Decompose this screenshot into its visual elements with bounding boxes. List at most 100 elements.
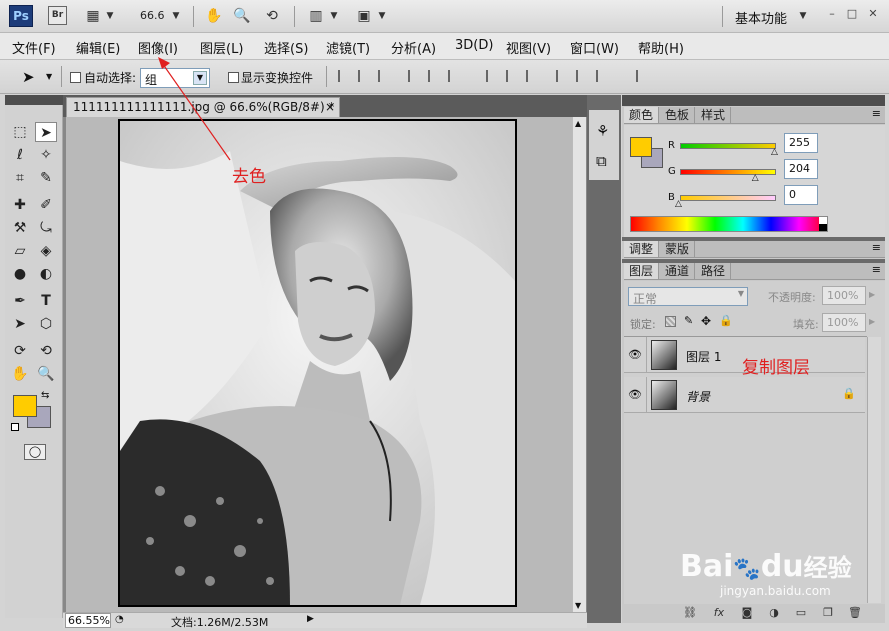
close-icon[interactable]: ✕ bbox=[866, 7, 880, 21]
rotate-view-icon[interactable]: ⟲ bbox=[262, 7, 282, 25]
zoom-tool-icon[interactable]: 🔍 bbox=[35, 364, 57, 384]
align-vcenter-icon[interactable] bbox=[358, 70, 372, 82]
bridge-launch-button[interactable]: Br bbox=[48, 6, 67, 25]
menu-filter[interactable]: 滤镜(T) bbox=[326, 38, 370, 57]
fill-input[interactable]: 100% bbox=[822, 313, 866, 332]
clone-source-icon[interactable]: ⧉ bbox=[596, 152, 607, 170]
menu-3d[interactable]: 3D(D) bbox=[455, 38, 493, 53]
green-slider-thumb[interactable]: △ bbox=[752, 173, 759, 183]
green-value-input[interactable]: 204 bbox=[784, 159, 818, 179]
adjustment-layer-icon[interactable]: ◑ bbox=[767, 606, 781, 620]
foreground-color-swatch[interactable] bbox=[13, 395, 37, 417]
align-bottom-icon[interactable] bbox=[378, 70, 392, 82]
align-top-icon[interactable] bbox=[338, 70, 352, 82]
zoom-status-field[interactable]: 66.55% bbox=[65, 613, 111, 628]
zoom-level-dropdown[interactable]: 66.6 bbox=[140, 9, 165, 22]
chevron-down-icon[interactable]: ▼ bbox=[376, 7, 388, 25]
tab-layers[interactable]: 图层 bbox=[624, 263, 660, 279]
color-spectrum-ramp[interactable] bbox=[630, 216, 828, 232]
magic-wand-tool-icon[interactable]: ✧ bbox=[35, 145, 57, 165]
swap-colors-icon[interactable]: ⇆ bbox=[41, 390, 49, 401]
show-transform-checkbox[interactable] bbox=[228, 72, 239, 83]
red-slider-thumb[interactable]: △ bbox=[771, 147, 778, 157]
shape-tool-icon[interactable]: ⬡ bbox=[35, 314, 57, 334]
auto-align-layers-icon[interactable] bbox=[636, 70, 650, 82]
menu-layer[interactable]: 图层(L) bbox=[200, 38, 243, 57]
black-swatch[interactable] bbox=[819, 224, 827, 231]
marquee-tool-icon[interactable]: ⬚ bbox=[9, 122, 31, 142]
chevron-down-icon[interactable]: ▼ bbox=[46, 72, 52, 81]
default-colors-icon[interactable] bbox=[11, 423, 19, 431]
scroll-up-icon[interactable]: ▲ bbox=[575, 119, 581, 128]
arrange-docs-icon[interactable]: ▥ bbox=[306, 7, 326, 25]
auto-select-dropdown[interactable]: 组 ▼ bbox=[140, 68, 210, 88]
blend-mode-dropdown[interactable]: 正常 ▼ bbox=[628, 287, 748, 306]
close-tab-icon[interactable]: × bbox=[325, 98, 335, 116]
panel-menu-icon[interactable]: ≡ bbox=[872, 263, 881, 276]
lock-pixels-icon[interactable]: ✎ bbox=[684, 314, 693, 327]
lock-position-icon[interactable]: ✥ bbox=[701, 314, 711, 328]
chevron-down-icon[interactable]: ▶ bbox=[869, 317, 875, 326]
layers-scrollbar[interactable] bbox=[867, 337, 881, 603]
panel-dock-header[interactable] bbox=[622, 95, 885, 106]
visibility-eye-icon[interactable]: 👁 bbox=[627, 347, 643, 363]
status-menu-arrow-icon[interactable]: ▶ bbox=[307, 614, 314, 624]
workspace-switcher[interactable]: 基本功能 bbox=[735, 8, 787, 27]
distribute-right-icon[interactable] bbox=[596, 70, 610, 82]
layer-name[interactable]: 背景 bbox=[686, 388, 710, 405]
3d-orbit-tool-icon[interactable]: ⟲ bbox=[35, 341, 57, 361]
scroll-down-icon[interactable]: ▼ bbox=[575, 601, 581, 610]
tab-paths[interactable]: 路径 bbox=[696, 263, 732, 279]
tab-color[interactable]: 颜色 bbox=[624, 107, 660, 123]
dodge-tool-icon[interactable]: ◐ bbox=[35, 264, 57, 284]
link-layers-icon[interactable]: ⛓ bbox=[683, 606, 697, 620]
pen-tool-icon[interactable]: ✒ bbox=[9, 291, 31, 311]
new-group-icon[interactable]: ▭ bbox=[794, 606, 808, 620]
paint-bucket-tool-icon[interactable]: ◈ bbox=[35, 241, 57, 261]
layer-row[interactable]: 👁 背景 🔒 bbox=[624, 377, 865, 413]
red-value-input[interactable]: 255 bbox=[784, 133, 818, 153]
tab-swatches[interactable]: 色板 bbox=[660, 107, 696, 123]
auto-select-checkbox[interactable] bbox=[70, 72, 81, 83]
view-extras-icon[interactable]: ▦ bbox=[82, 7, 104, 25]
maximize-icon[interactable]: □ bbox=[845, 7, 859, 21]
brush-presets-icon[interactable]: ⚘ bbox=[596, 122, 609, 140]
green-slider[interactable] bbox=[680, 169, 776, 175]
distribute-hcenter-icon[interactable] bbox=[576, 70, 590, 82]
add-mask-icon[interactable]: ◙ bbox=[740, 606, 754, 620]
brush-tool-icon[interactable]: ✐ bbox=[35, 195, 57, 215]
eraser-tool-icon[interactable]: ▱ bbox=[9, 241, 31, 261]
blue-slider[interactable] bbox=[680, 195, 776, 201]
layer-name[interactable]: 图层 1 bbox=[686, 348, 721, 365]
crop-tool-icon[interactable]: ⌗ bbox=[9, 168, 31, 188]
align-hcenter-icon[interactable] bbox=[428, 70, 442, 82]
type-tool-icon[interactable]: T bbox=[35, 291, 57, 311]
chevron-down-icon[interactable]: ▼ bbox=[738, 289, 744, 298]
panel-menu-icon[interactable]: ≡ bbox=[872, 107, 881, 120]
tab-masks[interactable]: 蒙版 bbox=[660, 241, 696, 257]
blue-value-input[interactable]: 0 bbox=[784, 185, 818, 205]
menu-select[interactable]: 选择(S) bbox=[264, 38, 308, 57]
menu-view[interactable]: 视图(V) bbox=[506, 38, 551, 57]
document-tab[interactable]: 111111111111111.jpg @ 66.6%(RGB/8#) * × bbox=[66, 97, 340, 117]
menu-edit[interactable]: 编辑(E) bbox=[76, 38, 120, 57]
path-selection-tool-icon[interactable]: ➤ bbox=[9, 314, 31, 334]
new-layer-icon[interactable]: ❐ bbox=[821, 606, 835, 620]
hand-tool-icon[interactable]: ✋ bbox=[9, 364, 31, 384]
foreground-color-swatch[interactable] bbox=[630, 137, 652, 157]
tab-styles[interactable]: 样式 bbox=[696, 107, 732, 123]
chevron-down-icon[interactable]: ▼ bbox=[797, 7, 809, 25]
3d-rotate-tool-icon[interactable]: ⟳ bbox=[9, 341, 31, 361]
panel-menu-icon[interactable]: ≡ bbox=[872, 241, 881, 254]
menu-file[interactable]: 文件(F) bbox=[12, 38, 56, 57]
quick-mask-icon[interactable]: ◯ bbox=[24, 444, 46, 460]
eyedropper-tool-icon[interactable]: ✎ bbox=[35, 168, 57, 188]
menu-window[interactable]: 窗口(W) bbox=[570, 38, 619, 57]
tools-panel-header[interactable] bbox=[5, 95, 63, 105]
distribute-top-icon[interactable] bbox=[486, 70, 500, 82]
white-swatch[interactable] bbox=[819, 217, 827, 224]
chevron-down-icon[interactable]: ▶ bbox=[869, 290, 875, 299]
screen-mode-icon[interactable]: ▣ bbox=[354, 7, 374, 25]
blur-tool-icon[interactable]: ● bbox=[9, 264, 31, 284]
menu-image[interactable]: 图像(I) bbox=[138, 38, 178, 57]
